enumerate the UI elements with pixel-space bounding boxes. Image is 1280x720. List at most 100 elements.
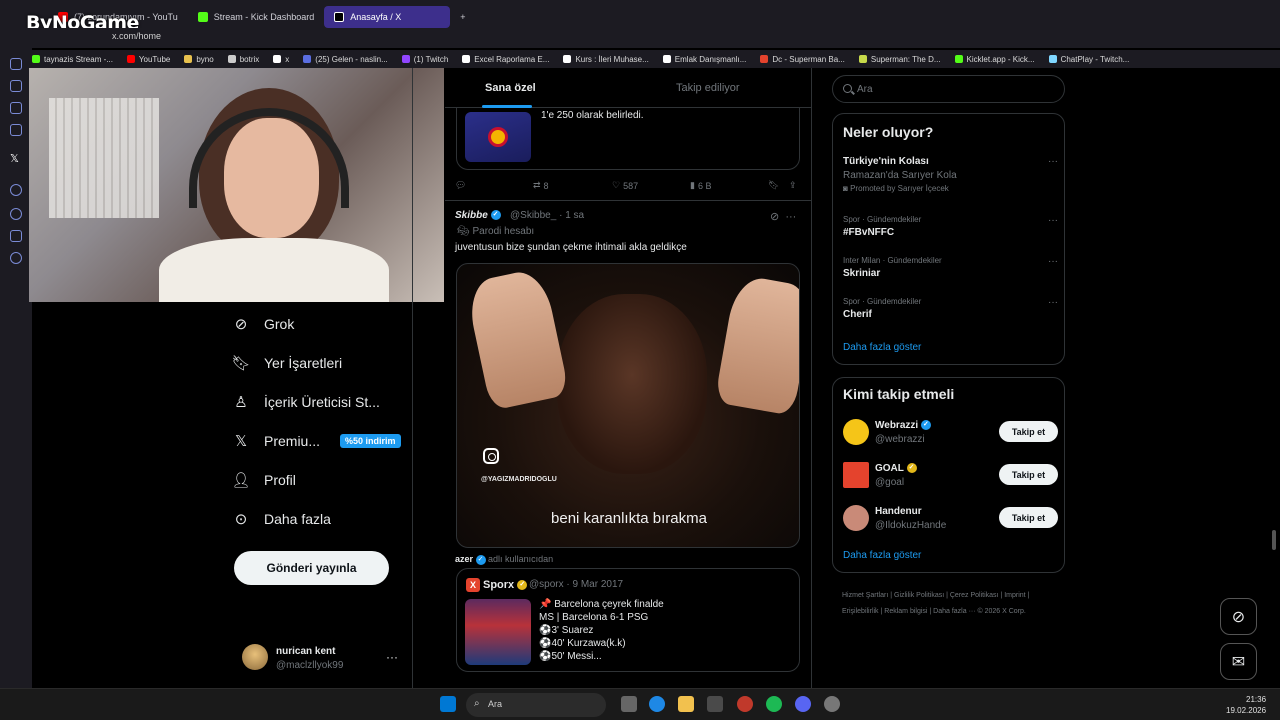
tab-for-you[interactable]: Sana özel (485, 82, 536, 94)
follow-button[interactable]: Takip et (999, 464, 1058, 485)
obs-icon[interactable] (824, 696, 840, 712)
meme-hand-right (714, 274, 799, 416)
trends-show-more[interactable]: Daha fazla göster (843, 342, 921, 353)
follow-button[interactable]: Takip et (999, 507, 1058, 528)
edge-icon[interactable] (649, 696, 665, 712)
extensions-icon[interactable] (10, 230, 22, 242)
trend-item[interactable]: Spor · Gündemdekiler Cherif ··· (843, 297, 1058, 320)
x-sidebar-icon[interactable]: 𝕏 (10, 152, 19, 165)
whatsapp-icon[interactable] (10, 80, 22, 92)
messenger-icon[interactable] (10, 58, 22, 70)
post-button[interactable]: Gönderi yayınla (234, 551, 389, 585)
nav-premium[interactable]: 𝕏 Premiu... %50 indirim (232, 432, 401, 450)
mail-icon: ✉ (1231, 653, 1246, 671)
windows-start-icon[interactable] (440, 696, 456, 712)
tweet-media[interactable]: @YAGIZMADRIDOGLU beni karanlıkta bırakma (456, 263, 800, 548)
kick-icon (197, 12, 208, 22)
quote-image (465, 599, 531, 665)
tweet-top-actions: ⊘ ··· (770, 210, 796, 223)
browser-tab-strip: (7) zorundamıyım - YouTu Stream - Kick D… (0, 0, 1280, 30)
views-button[interactable]: ▮ 6 B (690, 180, 711, 191)
grok-icon[interactable]: ⊘ (770, 211, 779, 223)
bookmark-item[interactable]: Excel Raporlama E... (462, 55, 549, 64)
music-icon[interactable] (10, 124, 22, 136)
share-button[interactable]: ⇪ (789, 180, 797, 191)
nav-profile[interactable]: 👤︎ Profil (231, 471, 295, 489)
trend-item[interactable]: Türkiye'nin Kolası Ramazan'da Sarıyer Ko… (843, 156, 1058, 193)
store-icon[interactable] (707, 696, 723, 712)
opera-icon[interactable] (737, 696, 753, 712)
link-card[interactable]: 1'e 250 olarak belirledi. (456, 108, 800, 170)
who-show-more[interactable]: Daha fazla göster (843, 550, 921, 561)
more-icon[interactable]: ··· (785, 211, 796, 223)
discount-badge: %50 indirim (340, 434, 401, 448)
trend-more-icon[interactable]: ··· (1048, 215, 1058, 226)
trend-more-icon[interactable]: ··· (1048, 256, 1058, 267)
file-explorer-icon[interactable] (678, 696, 694, 712)
tweet-meta: @Skibbe_ · 1 sa (510, 210, 585, 221)
divider (445, 200, 811, 201)
player-icon[interactable] (10, 184, 22, 196)
views-icon: ▮ (690, 180, 695, 190)
bookmark-item[interactable]: ChatPlay - Twitch... (1048, 55, 1129, 64)
tab-following[interactable]: Takip ediliyor (676, 82, 740, 94)
address-bar[interactable]: x.com/home (0, 28, 1280, 48)
tab-x-home[interactable]: Anasayfa / X (324, 6, 451, 28)
nav-creator-studio[interactable]: ♙ İçerik Üreticisi St... (232, 393, 380, 411)
bookmark-item[interactable]: x (273, 55, 289, 64)
account-more-icon[interactable]: ··· (386, 650, 398, 664)
bookmark-item[interactable]: Superman: The D... (858, 55, 941, 64)
instagram-icon[interactable] (10, 102, 22, 114)
follow-suggestion[interactable]: GOAL ✓ @goal Takip et (843, 460, 1058, 490)
search-input[interactable]: Ara (832, 75, 1065, 103)
scrollbar[interactable] (1272, 530, 1276, 550)
quoted-tweet[interactable]: X Sporx ✓ @sporx · 9 Mar 2017 📌 Barcelon… (456, 568, 800, 672)
quote-line: ⚽50' Messi... (539, 651, 602, 662)
taskbar-search[interactable]: ⌕ Ara (466, 693, 606, 717)
nav-grok[interactable]: ⊘ Grok (232, 315, 295, 333)
footer-links[interactable]: Hizmet Şartları | Gizlilik Politikası | … (842, 588, 1062, 620)
history-icon[interactable] (10, 208, 22, 220)
tweet-author[interactable]: Skibbe ✓ (455, 210, 501, 221)
trend-more-icon[interactable]: ··· (1048, 156, 1058, 167)
bookmark-item[interactable]: Emlak Danışmanlı... (662, 55, 746, 64)
nav-bookmarks[interactable]: 🔖︎ Yer İşaretleri (231, 354, 342, 372)
follow-suggestion[interactable]: Webrazzi ✓ @webrazzi Takip et (843, 417, 1058, 447)
messages-fab[interactable]: ✉ (1220, 643, 1257, 680)
nav-more[interactable]: ⊙ Daha fazla (232, 510, 331, 528)
meme-caption: beni karanlıkta bırakma (551, 510, 707, 527)
spotify-icon[interactable] (766, 696, 782, 712)
retweet-button[interactable]: ⇄ 8 (533, 180, 549, 191)
follow-suggestion[interactable]: Handenur @IldokuzHande Takip et (843, 503, 1058, 533)
url-text[interactable]: x.com/home (112, 31, 161, 41)
instagram-icon (483, 448, 499, 464)
bookmark-item[interactable]: Kicklet.app - Kick... (954, 55, 1035, 64)
discord-icon[interactable] (795, 696, 811, 712)
trend-item[interactable]: Inter Milan · Gündemdekiler Skriniar ··· (843, 256, 1058, 279)
bookmark-tweet-button[interactable]: 🔖︎ (768, 180, 779, 191)
follow-button[interactable]: Takip et (999, 421, 1058, 442)
trends-title: Neler oluyor? (843, 124, 934, 140)
tab-kick[interactable]: Stream - Kick Dashboard (188, 6, 325, 28)
grok-fab[interactable]: ⊘ (1220, 598, 1257, 635)
trend-item[interactable]: Spor · Gündemdekiler #FBvNFFC ··· (843, 215, 1058, 238)
bookmark-favicon-icon (563, 55, 572, 63)
reply-button[interactable]: 💬︎ (455, 180, 469, 191)
new-tab-button[interactable]: + (450, 6, 475, 28)
webcam-overlay (29, 68, 444, 302)
bookmark-item[interactable]: (1) Twitch (401, 55, 448, 64)
like-button[interactable]: ♡ 587 (612, 180, 638, 191)
task-view-icon[interactable] (621, 696, 637, 712)
bookmark-item[interactable]: Kurs : İleri Muhase... (563, 55, 649, 64)
trend-more-icon[interactable]: ··· (1048, 297, 1058, 308)
bookmark-item[interactable]: Dc - Superman Ba... (760, 55, 845, 64)
bookmark-item[interactable]: (25) Gelen - naslin... (303, 55, 388, 64)
verified-icon: ✓ (920, 420, 931, 431)
system-clock[interactable]: 21:36 19.02.2026 (1226, 694, 1266, 716)
account-switcher[interactable]: nurican kent @maclzllyok99 ··· (242, 644, 402, 674)
bookmark-item[interactable]: botrix (227, 55, 259, 64)
bookmark-item[interactable]: taynazis Stream -... (32, 55, 113, 64)
settings-icon[interactable] (10, 252, 22, 264)
bookmark-item[interactable]: YouTube (126, 55, 170, 64)
bookmark-item[interactable]: byno (184, 55, 214, 64)
